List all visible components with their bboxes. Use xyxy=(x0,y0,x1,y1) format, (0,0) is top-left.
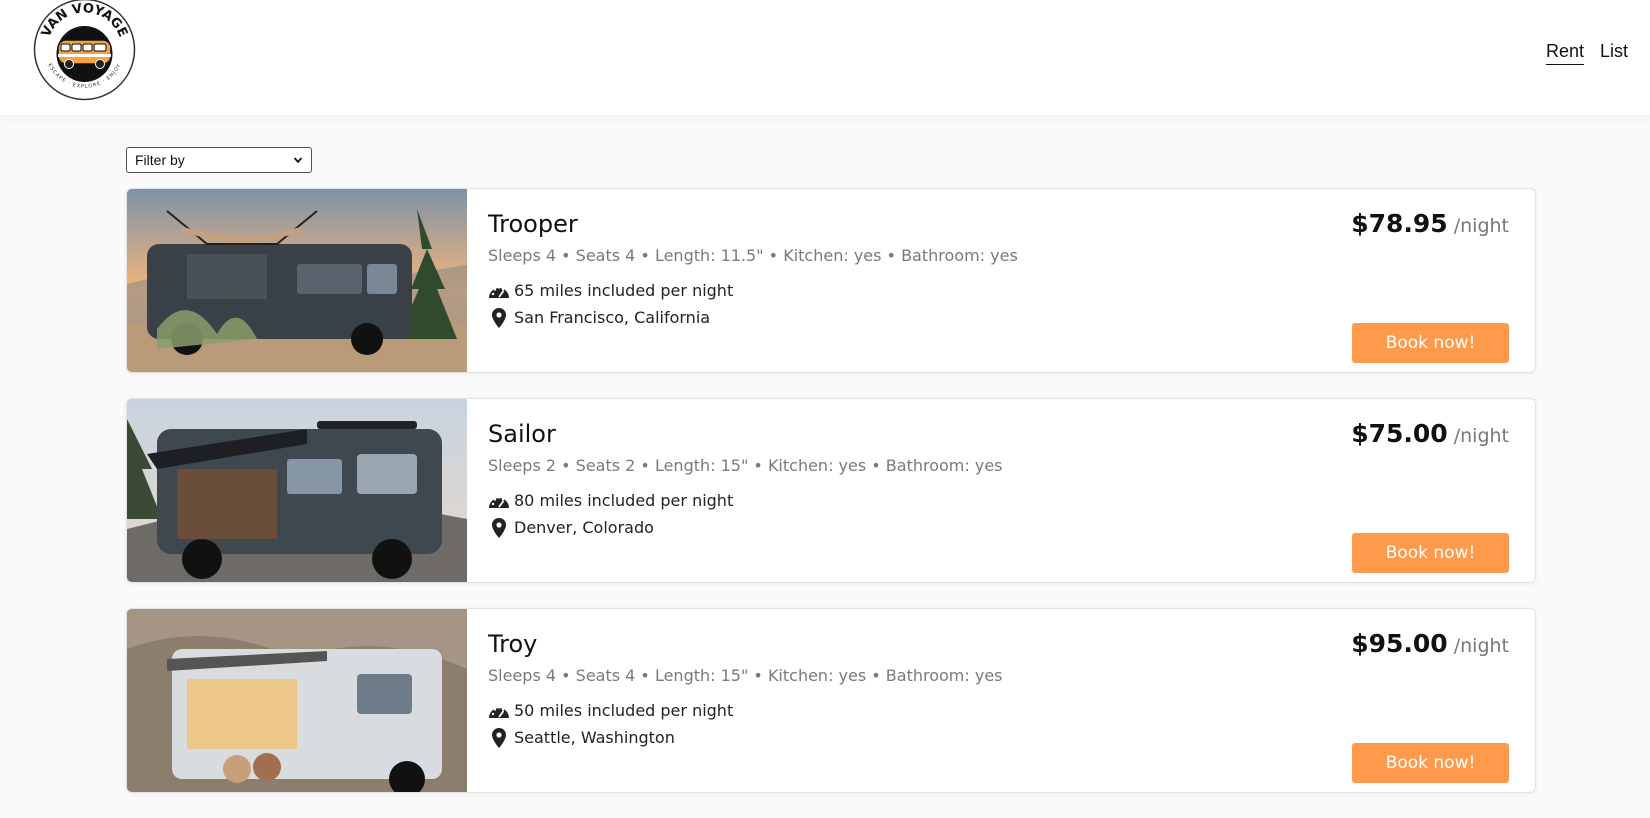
book-now-button[interactable]: Book now! xyxy=(1352,323,1509,363)
van-listing-list: Trooper Sleeps 4 • Seats 4 • Length: 11.… xyxy=(126,188,1536,818)
van-info: Troy Sleeps 4 • Seats 4 • Length: 15" • … xyxy=(488,627,1003,751)
price-unit: /night xyxy=(1453,635,1509,657)
van-location: Denver, Colorado xyxy=(488,514,1003,541)
map-pin-icon xyxy=(488,307,510,328)
van-price: $78.95 /night xyxy=(1351,209,1509,238)
van-photo[interactable] xyxy=(127,609,467,793)
van-miles-text: 65 miles included per night xyxy=(514,281,734,300)
price-amount: $95.00 xyxy=(1351,629,1448,658)
nav-rent-link[interactable]: Rent xyxy=(1545,41,1584,65)
price-unit: /night xyxy=(1453,215,1509,237)
price-amount: $75.00 xyxy=(1351,419,1448,448)
van-specs: Sleeps 4 • Seats 4 • Length: 15" • Kitch… xyxy=(488,666,1003,685)
main-nav: Rent List xyxy=(1545,41,1628,65)
book-now-button[interactable]: Book now! xyxy=(1352,743,1509,783)
van-voyage-logo[interactable]: VAN VOYAGE ESCAPE · EXPLORE · ENJOY xyxy=(33,0,136,101)
van-name: Trooper xyxy=(488,210,578,238)
site-header: VAN VOYAGE ESCAPE · EXPLORE · ENJOY Rent… xyxy=(0,0,1650,115)
map-pin-icon xyxy=(488,727,510,748)
van-info: Sailor Sleeps 2 • Seats 2 • Length: 15" … xyxy=(488,417,1003,541)
book-now-button[interactable]: Book now! xyxy=(1352,533,1509,573)
van-miles: 80 miles included per night xyxy=(488,487,1003,514)
nav-list-link[interactable]: List xyxy=(1600,41,1628,65)
van-miles-text: 80 miles included per night xyxy=(514,491,734,510)
van-location-text: Seattle, Washington xyxy=(514,728,675,747)
van-card: Troy Sleeps 4 • Seats 4 • Length: 15" • … xyxy=(126,608,1536,793)
van-location-text: San Francisco, California xyxy=(514,308,711,327)
map-pin-icon xyxy=(488,517,510,538)
van-name: Troy xyxy=(488,630,538,658)
van-meta: 50 miles included per night Seattle, Was… xyxy=(488,697,1003,751)
van-info: Trooper Sleeps 4 • Seats 4 • Length: 11.… xyxy=(488,207,1018,331)
speedometer-icon xyxy=(488,701,510,721)
van-meta: 80 miles included per night Denver, Colo… xyxy=(488,487,1003,541)
van-miles: 50 miles included per night xyxy=(488,697,1003,724)
van-location-text: Denver, Colorado xyxy=(514,518,654,537)
speedometer-icon xyxy=(488,491,510,511)
van-miles-text: 50 miles included per night xyxy=(514,701,734,720)
price-amount: $78.95 xyxy=(1351,209,1448,238)
van-name: Sailor xyxy=(488,420,556,448)
van-photo[interactable] xyxy=(127,189,467,373)
filter-select-value: Filter by xyxy=(135,152,185,168)
price-unit: /night xyxy=(1453,425,1509,447)
van-photo[interactable] xyxy=(127,399,467,583)
van-card: Sailor Sleeps 2 • Seats 2 • Length: 15" … xyxy=(126,398,1536,583)
van-specs: Sleeps 2 • Seats 2 • Length: 15" • Kitch… xyxy=(488,456,1003,475)
speedometer-icon xyxy=(488,281,510,301)
van-meta: 65 miles included per night San Francisc… xyxy=(488,277,1018,331)
van-card: Trooper Sleeps 4 • Seats 4 • Length: 11.… xyxy=(126,188,1536,373)
van-price: $95.00 /night xyxy=(1351,629,1509,658)
van-price: $75.00 /night xyxy=(1351,419,1509,448)
van-miles: 65 miles included per night xyxy=(488,277,1018,304)
filter-select[interactable]: Filter by xyxy=(126,147,312,173)
chevron-down-icon xyxy=(293,157,303,164)
van-location: San Francisco, California xyxy=(488,304,1018,331)
van-specs: Sleeps 4 • Seats 4 • Length: 11.5" • Kit… xyxy=(488,246,1018,265)
van-location: Seattle, Washington xyxy=(488,724,1003,751)
